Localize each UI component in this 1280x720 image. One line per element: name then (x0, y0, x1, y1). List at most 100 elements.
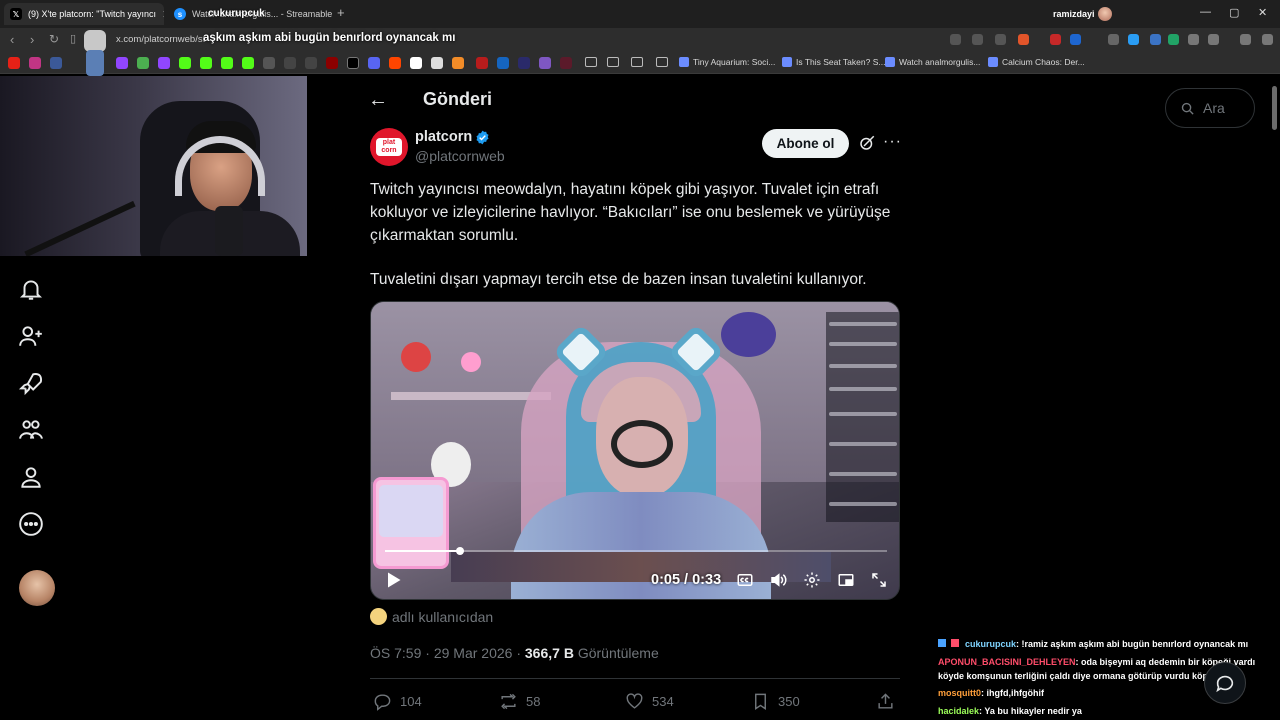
extensions-puzzle-icon[interactable] (1188, 34, 1199, 45)
extension-icon[interactable] (1070, 34, 1081, 45)
search-input[interactable]: Ara (1165, 88, 1255, 128)
extension-icon[interactable] (1168, 34, 1179, 45)
video-player[interactable]: 0:05 / 0:33 (370, 301, 900, 600)
youtube-icon[interactable] (8, 57, 20, 69)
author-avatar[interactable]: plat corn (370, 128, 408, 166)
volume-icon[interactable] (769, 571, 787, 589)
play-icon[interactable] (383, 570, 403, 590)
views-label: Görüntüleme (577, 645, 659, 661)
video-progress-fill (385, 550, 460, 552)
profile-avatar[interactable] (1098, 7, 1112, 21)
more-circle-icon[interactable] (18, 511, 44, 537)
bookmark-link[interactable]: Calcium Chaos: Der... (988, 57, 1085, 67)
folder-icon[interactable] (656, 57, 668, 67)
anchor-icon[interactable] (284, 57, 296, 69)
bookmark-button[interactable]: 350 (751, 692, 800, 711)
bookmark-icon[interactable] (326, 57, 338, 69)
reply-button[interactable]: 104 (373, 692, 422, 711)
instagram-icon[interactable] (29, 57, 41, 69)
bookmark-icon[interactable] (476, 57, 488, 69)
grok-icon[interactable] (858, 134, 876, 152)
media-icon[interactable] (1240, 34, 1251, 45)
bookmark-icon[interactable] (263, 57, 275, 69)
x-logo-icon[interactable] (347, 57, 359, 69)
subscribe-button[interactable]: Abone ol (762, 129, 849, 158)
bookmark-label: Watch analmorgulis... (899, 57, 981, 67)
bookmark-icon[interactable] (518, 57, 530, 69)
extension-icon[interactable] (1150, 34, 1161, 45)
back-arrow-icon[interactable]: ← (368, 89, 388, 112)
reddit-icon[interactable] (389, 57, 401, 69)
search-icon (1181, 102, 1194, 115)
x-logo-icon: 𝕏 (10, 8, 22, 20)
bookmark-icon[interactable] (137, 57, 149, 69)
bookmark-favicon-icon (782, 57, 792, 67)
bookmark-icon[interactable] (410, 57, 422, 69)
reload-icon[interactable]: ↻ (49, 32, 59, 46)
twitch-icon[interactable] (116, 57, 128, 69)
bookmark-link[interactable]: Tiny Aquarium: Soci... (679, 57, 775, 67)
picture-in-picture-icon[interactable] (837, 571, 855, 589)
bookmark-icon[interactable] (497, 57, 509, 69)
repost-button[interactable]: 58 (499, 692, 540, 711)
bookmark-icon[interactable] (539, 57, 551, 69)
bell-icon[interactable] (18, 276, 44, 302)
like-button[interactable]: 534 (625, 692, 674, 711)
menu-icon[interactable] (1262, 34, 1273, 45)
cast-icon[interactable] (950, 34, 961, 45)
extension-icon[interactable] (1108, 34, 1119, 45)
bookmark-icon[interactable] (50, 57, 62, 69)
author-handle[interactable]: @platcornweb (415, 148, 505, 164)
video-scrubber-handle[interactable] (456, 547, 464, 555)
kick-icon[interactable] (221, 57, 233, 69)
kick-icon[interactable] (200, 57, 212, 69)
folder-icon[interactable] (631, 57, 643, 67)
person-icon[interactable] (18, 464, 44, 490)
folder-icon[interactable] (585, 57, 597, 67)
rocket-icon[interactable] (18, 370, 44, 396)
bookmark-link[interactable]: Watch analmorgulis... (885, 57, 980, 67)
twitch-icon[interactable] (158, 57, 170, 69)
share-button[interactable] (876, 692, 895, 711)
discord-icon[interactable] (368, 57, 380, 69)
author-name[interactable]: platcorn (415, 129, 472, 145)
bookmark-icon[interactable] (305, 57, 317, 69)
tweet-time[interactable]: ÖS 7:59 (370, 645, 421, 661)
sidebar-toggle-icon[interactable] (1208, 34, 1219, 45)
brave-shield-icon[interactable] (1018, 34, 1029, 45)
share-icon[interactable] (995, 34, 1006, 45)
bookmark-label: Is This Seat Taken? S... (796, 57, 886, 67)
new-tab-button[interactable]: + (337, 5, 345, 20)
extension-icon[interactable] (1128, 34, 1139, 45)
captions-icon[interactable] (736, 571, 754, 589)
close-icon[interactable]: ✕ (162, 8, 164, 21)
bookmark-icon[interactable] (452, 57, 464, 69)
fullscreen-icon[interactable] (870, 571, 888, 589)
kick-icon[interactable] (179, 57, 191, 69)
tweet-date[interactable]: 29 Mar 2026 (434, 645, 513, 661)
video-source-attribution[interactable]: adlı kullanıcıdan (370, 608, 493, 625)
people-icon[interactable] (18, 417, 44, 443)
messages-button[interactable] (1204, 662, 1246, 704)
maximize-button[interactable]: ▢ (1229, 6, 1239, 19)
forward-nav-icon[interactable]: › (30, 32, 34, 47)
url-field[interactable]: x.com/platcornweb/st (116, 34, 205, 45)
bookmark-page-icon[interactable]: ▯ (70, 32, 76, 45)
kick-icon[interactable] (242, 57, 254, 69)
bookmark-link[interactable]: Is This Seat Taken? S... (782, 57, 885, 67)
settings-gear-icon[interactable] (803, 571, 821, 589)
add-person-icon[interactable] (18, 323, 44, 349)
extension-icon[interactable] (1050, 34, 1061, 45)
folder-icon[interactable] (607, 57, 619, 67)
more-options-icon[interactable]: ··· (883, 133, 902, 151)
chat-username: mosquitt0 (938, 688, 982, 698)
back-nav-icon[interactable]: ‹ (10, 32, 14, 47)
account-avatar[interactable] (19, 570, 55, 606)
browser-tab-active[interactable]: 𝕏 (9) X'te platcorn: "Twitch yayıncı ✕ (4, 3, 164, 25)
close-window-button[interactable]: ✕ (1258, 6, 1267, 19)
minimize-button[interactable]: — (1200, 6, 1211, 18)
bookmark-icon[interactable] (560, 57, 572, 69)
bookmark-icon[interactable] (431, 57, 443, 69)
zoom-icon[interactable] (972, 34, 983, 45)
scrollbar[interactable] (1272, 86, 1277, 130)
